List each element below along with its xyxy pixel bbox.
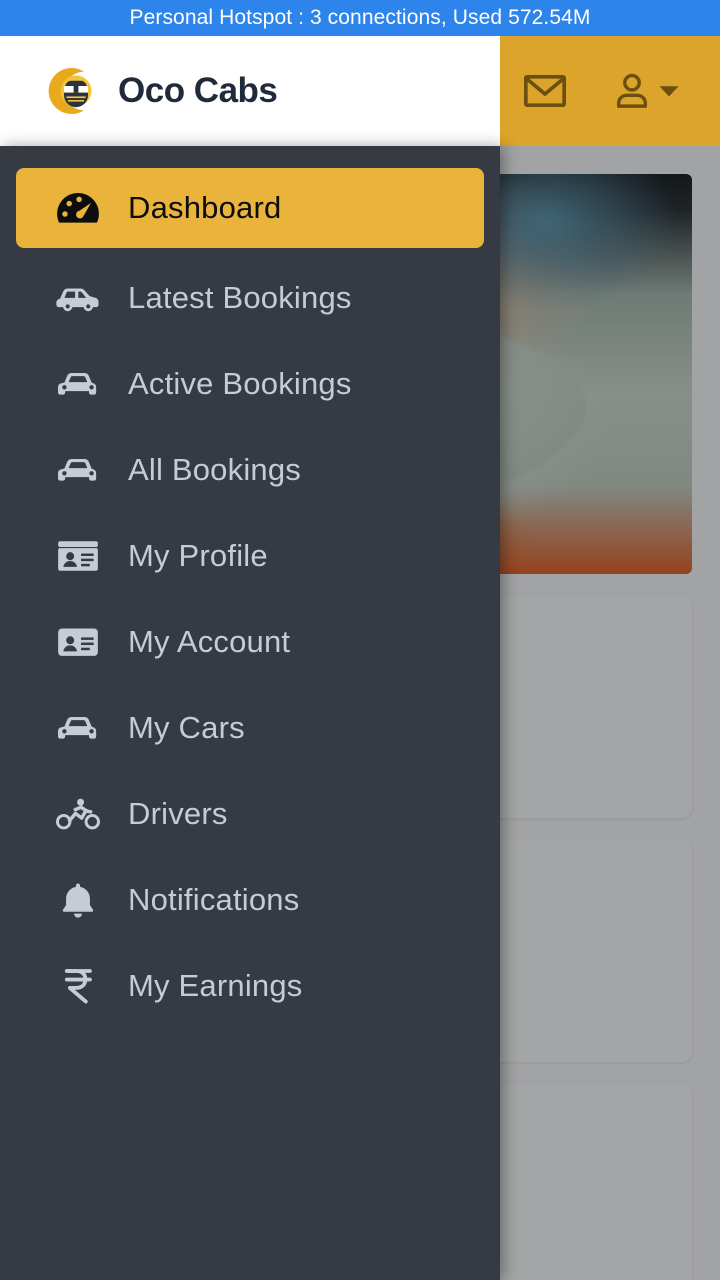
id-card-icon xyxy=(54,534,102,578)
car-front-icon xyxy=(54,706,102,750)
oco-cabs-logo-icon xyxy=(44,63,100,119)
drawer-item-label: Latest Bookings xyxy=(128,280,352,315)
drawer-item-label: Drivers xyxy=(128,796,228,831)
drawer-item-label: All Bookings xyxy=(128,452,301,487)
speedometer-icon xyxy=(54,186,102,230)
user-dropdown-icon[interactable] xyxy=(614,71,680,111)
drawer-item-label: My Earnings xyxy=(128,968,303,1003)
app-bar-actions xyxy=(500,36,720,146)
chevron-down-icon xyxy=(659,86,679,97)
drawer-item-drivers[interactable]: Drivers xyxy=(16,778,484,850)
drawer-item-latest-bookings[interactable]: Latest Bookings xyxy=(16,262,484,334)
drawer-item-label: My Account xyxy=(128,624,291,659)
drawer-item-my-account[interactable]: My Account xyxy=(16,606,484,678)
id-card-alt-icon xyxy=(54,620,102,664)
car-front-icon xyxy=(54,362,102,406)
rupee-icon xyxy=(54,964,102,1008)
drawer-item-dashboard[interactable]: Dashboard xyxy=(16,168,484,248)
mail-icon[interactable] xyxy=(522,71,568,111)
car-side-icon xyxy=(54,276,102,320)
drawer-item-my-cars[interactable]: My Cars xyxy=(16,692,484,764)
drawer-item-label: Notifications xyxy=(128,882,300,917)
biking-icon xyxy=(54,792,102,836)
drawer-item-my-earnings[interactable]: My Earnings xyxy=(16,950,484,1022)
navigation-drawer: Dashboard Latest Bookings Active Booking… xyxy=(0,146,500,1280)
drawer-item-label: Active Bookings xyxy=(128,366,352,401)
drawer-item-label: My Cars xyxy=(128,710,245,745)
drawer-item-my-profile[interactable]: My Profile xyxy=(16,520,484,592)
drawer-item-label: My Profile xyxy=(128,538,268,573)
drawer-item-notifications[interactable]: Notifications xyxy=(16,864,484,936)
drawer-item-active-bookings[interactable]: Active Bookings xyxy=(16,348,484,420)
status-bar-text: Personal Hotspot : 3 connections, Used 5… xyxy=(129,6,591,29)
app-root: Personal Hotspot : 3 connections, Used 5… xyxy=(0,0,720,1280)
app-bar-brand[interactable]: Oco Cabs xyxy=(0,36,500,146)
car-front-icon xyxy=(54,448,102,492)
brand-title: Oco Cabs xyxy=(118,71,278,110)
drawer-item-all-bookings[interactable]: All Bookings xyxy=(16,434,484,506)
drawer-item-label: Dashboard xyxy=(128,190,282,225)
status-bar: Personal Hotspot : 3 connections, Used 5… xyxy=(0,0,720,36)
bell-icon xyxy=(54,878,102,922)
app-bar: Oco Cabs xyxy=(0,36,720,146)
